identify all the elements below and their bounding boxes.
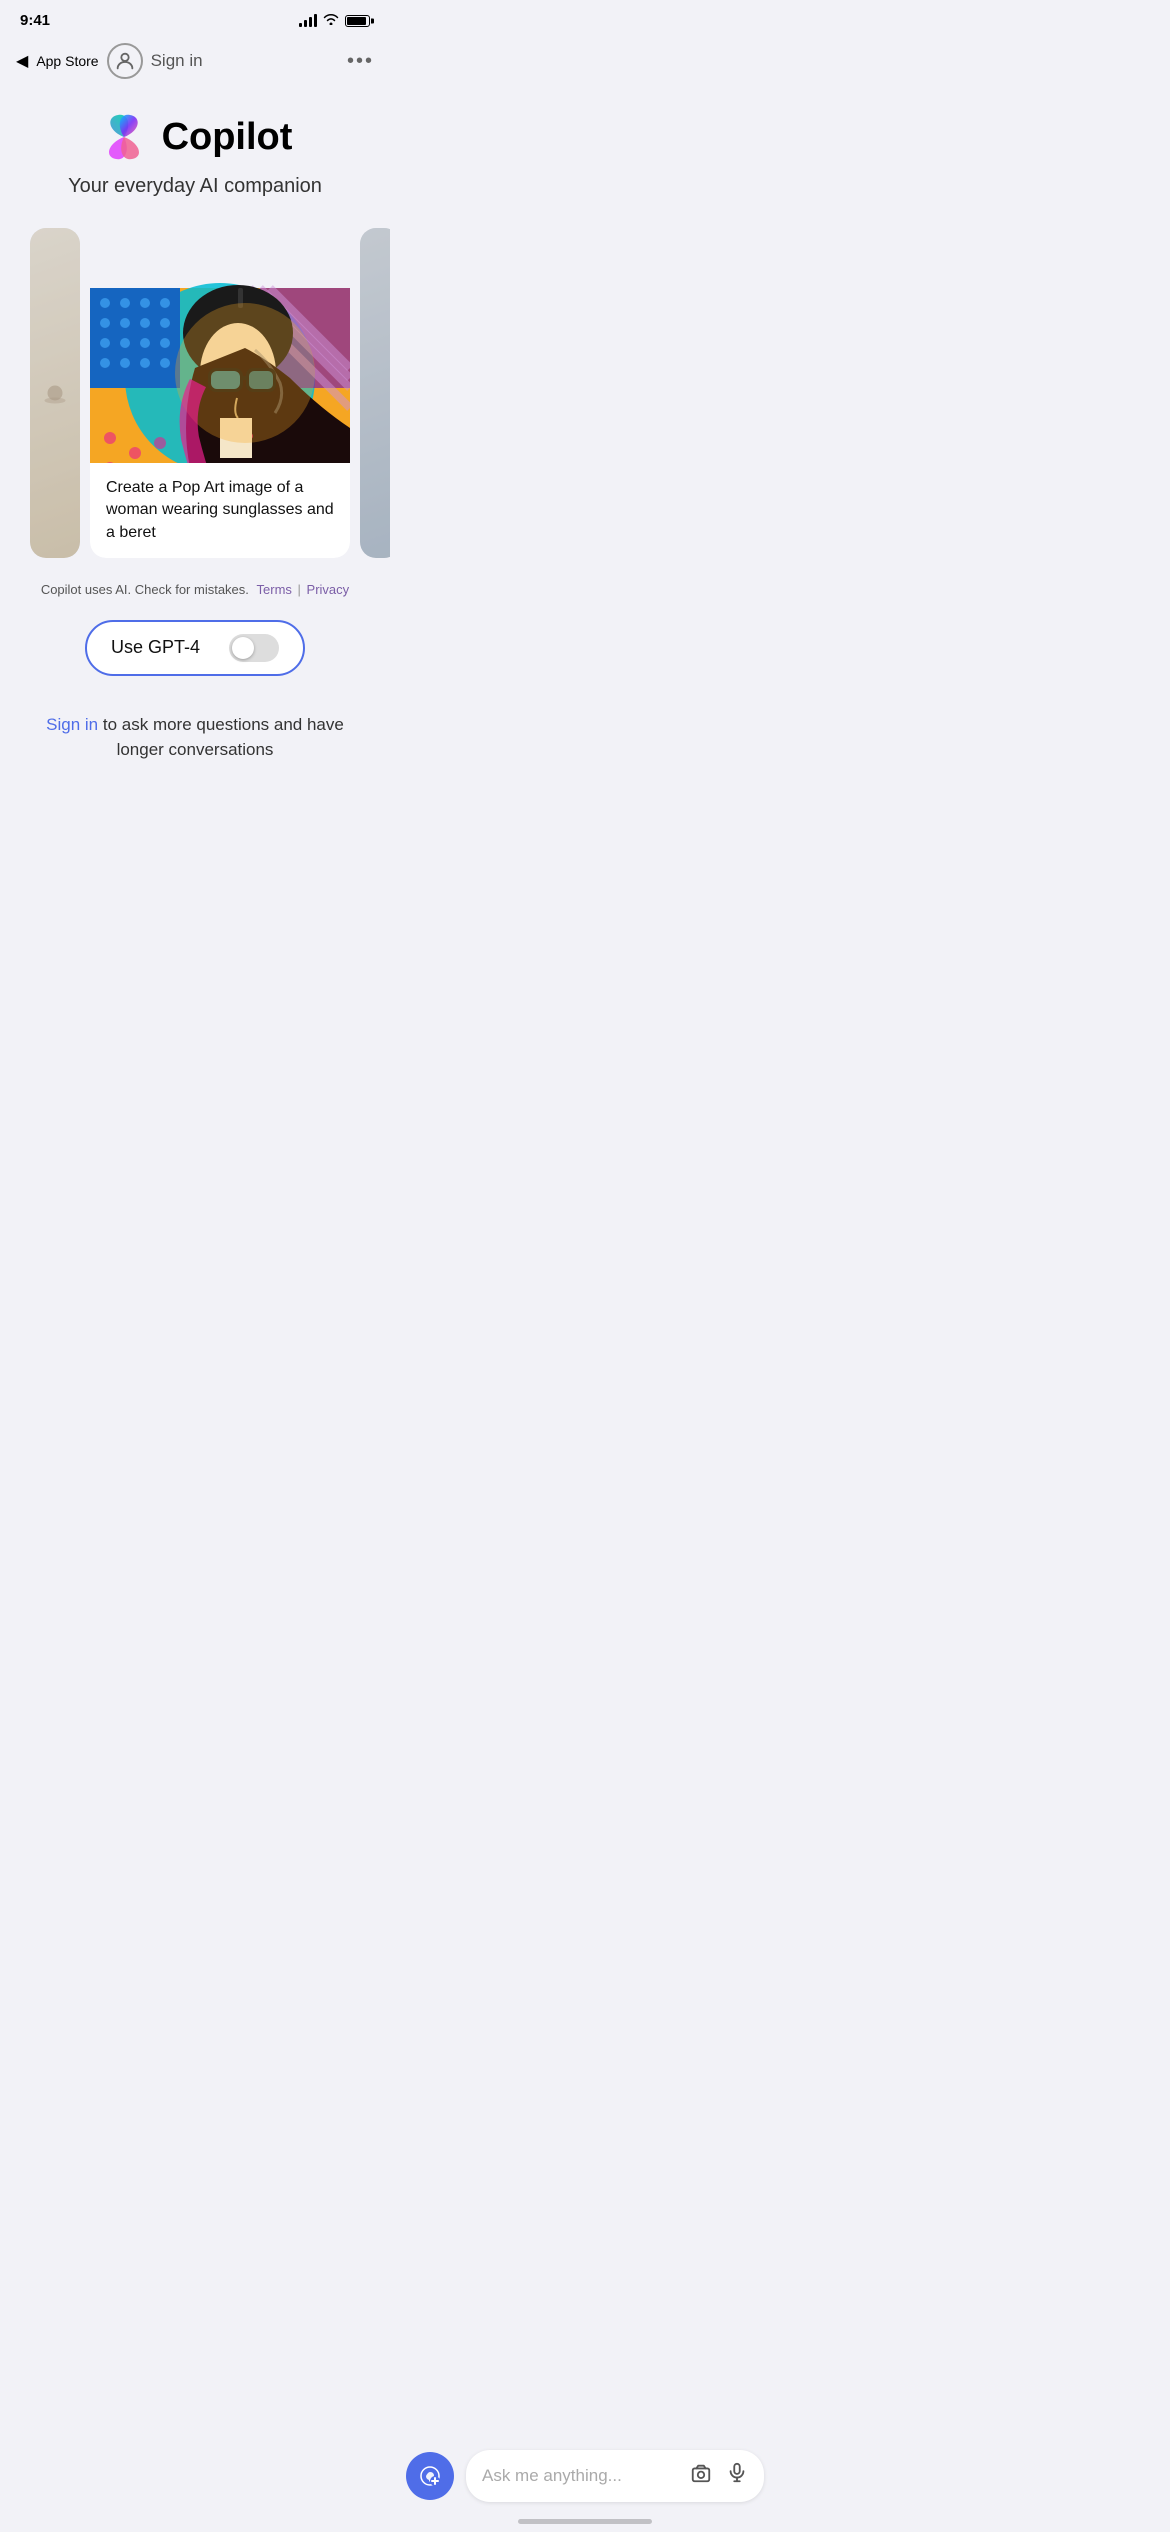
status-time: 9:41 xyxy=(20,12,50,29)
disclaimer: Copilot uses AI. Check for mistakes. Ter… xyxy=(0,568,390,612)
app-title: Copilot xyxy=(162,116,293,159)
hero-subtitle: Your everyday AI companion xyxy=(68,175,322,198)
back-arrow-icon[interactable]: ◀ xyxy=(16,51,28,71)
signin-rest-text: to ask more questions and have longer co… xyxy=(98,715,344,760)
search-actions xyxy=(690,2462,748,2490)
carousel-item-prev[interactable] xyxy=(30,228,80,558)
nav-left[interactable]: ◀ App Store Sign in xyxy=(16,43,203,79)
carousel-item-next[interactable] xyxy=(360,228,390,558)
gpt4-pill[interactable]: Use GPT-4 xyxy=(85,620,305,676)
more-button[interactable]: ••• xyxy=(347,50,374,73)
avatar[interactable] xyxy=(107,43,143,79)
signal-bars-icon xyxy=(299,15,317,27)
wifi-icon xyxy=(323,13,339,28)
caption-text: Create a Pop Art image of a woman wearin… xyxy=(106,479,334,541)
status-icons xyxy=(299,13,370,28)
nav-signin-label[interactable]: Sign in xyxy=(151,51,203,71)
bottom-bar: Ask me anything... xyxy=(390,2438,780,2532)
scroll-content: Copilot Your everyday AI companion xyxy=(0,91,390,903)
battery-icon xyxy=(345,15,370,27)
carousel-track: Create a Pop Art image of a woman wearin… xyxy=(0,228,390,558)
mic-icon[interactable] xyxy=(726,2462,748,2490)
hero-section: Copilot Your everyday AI companion xyxy=(0,91,390,208)
terms-link[interactable]: Terms xyxy=(257,582,292,597)
home-indicator xyxy=(518,2519,652,2524)
gpt4-toggle[interactable] xyxy=(229,634,279,662)
privacy-link[interactable]: Privacy xyxy=(307,582,350,597)
gpt4-label: Use GPT-4 xyxy=(111,637,200,658)
disclaimer-text: Copilot uses AI. Check for mistakes. xyxy=(41,582,249,597)
new-chat-icon xyxy=(418,2464,442,2488)
search-bar[interactable]: Ask me anything... xyxy=(466,2450,764,2502)
nav-bar: ◀ App Store Sign in ••• xyxy=(0,35,390,91)
toggle-knob xyxy=(232,637,254,659)
banner-text: Sign in to ask more questions and have l… xyxy=(20,712,370,763)
logo-container: Copilot xyxy=(98,111,293,163)
search-placeholder[interactable]: Ask me anything... xyxy=(482,2466,622,2486)
image-caption: Create a Pop Art image of a woman wearin… xyxy=(90,463,350,558)
pipe-separator: | xyxy=(298,582,305,597)
signin-link[interactable]: Sign in xyxy=(46,715,98,734)
gpt4-container[interactable]: Use GPT-4 xyxy=(20,620,370,676)
carousel-wrapper[interactable]: Create a Pop Art image of a woman wearin… xyxy=(0,228,390,558)
copilot-logo-icon xyxy=(98,111,150,163)
new-chat-button[interactable] xyxy=(406,2452,454,2500)
camera-icon[interactable] xyxy=(690,2462,712,2490)
app-store-back-label[interactable]: App Store xyxy=(36,53,98,69)
signin-banner: Sign in to ask more questions and have l… xyxy=(0,692,390,783)
status-bar: 9:41 xyxy=(0,0,390,35)
carousel-item-main[interactable]: Create a Pop Art image of a woman wearin… xyxy=(90,228,350,558)
